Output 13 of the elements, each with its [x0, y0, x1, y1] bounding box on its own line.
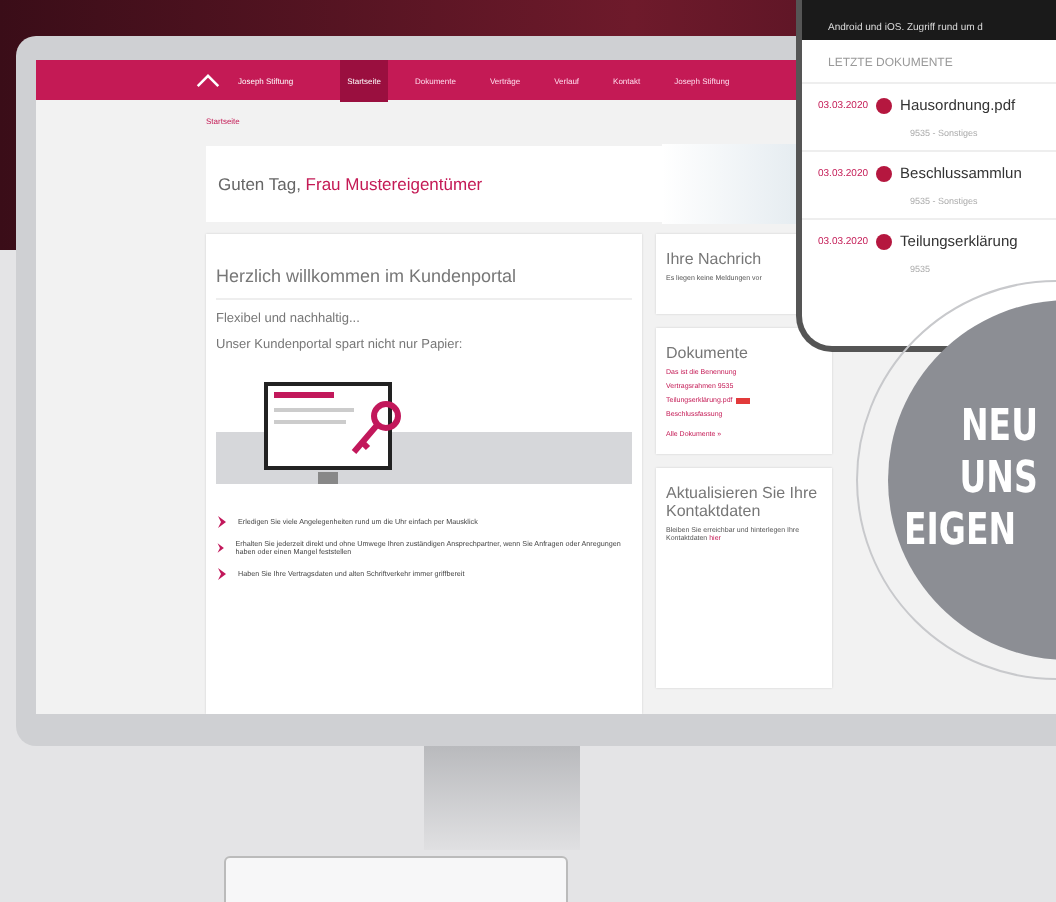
card-title: Ihre Nachrich — [666, 250, 764, 268]
greeting-text: Guten Tag, Frau Mustereigentümer — [216, 174, 483, 194]
card-title: Aktualisieren Sie Ihre Kontaktdaten — [666, 484, 820, 520]
welcome-title: Herzlich willkommen im Kundenportal — [216, 266, 519, 286]
badge-text: NEU — [959, 402, 1038, 454]
badge-text: EIGEN — [904, 506, 1017, 558]
badge-text: UNS — [957, 454, 1038, 506]
chevron-icon — [216, 516, 228, 528]
chevron-icon — [216, 542, 226, 554]
chevron-icon — [216, 568, 228, 580]
logo-icon — [196, 73, 220, 87]
new-tag — [736, 397, 751, 403]
card-title: Dokumente — [666, 344, 750, 362]
